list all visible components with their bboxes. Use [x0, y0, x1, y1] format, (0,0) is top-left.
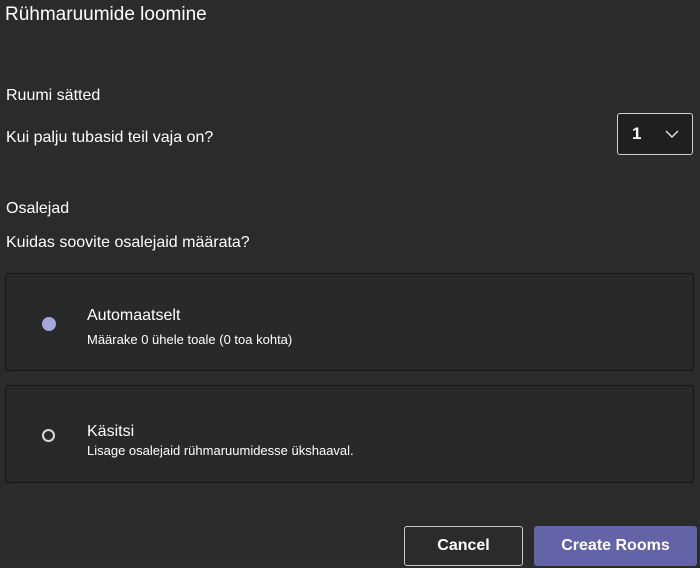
- chevron-down-icon: [665, 130, 679, 138]
- create-breakout-rooms-dialog: Rühmaruumide loomine Ruumi sätted Kui pa…: [0, 0, 700, 568]
- dialog-title: Rühmaruumide loomine: [5, 4, 207, 25]
- cancel-button[interactable]: Cancel: [404, 526, 523, 566]
- option-manual-title: Käsitsi: [87, 423, 135, 440]
- create-rooms-button[interactable]: Create Rooms: [534, 526, 697, 566]
- option-automatic[interactable]: Automaatselt Määrake 0 ühele toale (0 to…: [5, 273, 694, 371]
- room-count-value: 1: [632, 124, 642, 143]
- radio-manual-unselected[interactable]: [42, 429, 55, 442]
- radio-automatic-selected[interactable]: [42, 317, 56, 331]
- option-automatic-description: Määrake 0 ühele toale (0 toa kohta): [87, 332, 293, 347]
- room-count-question: Kui palju tubasid teil vaja on?: [6, 129, 214, 146]
- participants-label: Osalejad: [6, 200, 70, 217]
- option-manual[interactable]: Käsitsi Lisage osalejaid rühmaruumidesse…: [5, 385, 694, 483]
- room-count-dropdown[interactable]: 1: [617, 113, 693, 155]
- option-manual-description: Lisage osalejaid rühmaruumidesse ükshaav…: [87, 443, 354, 458]
- option-automatic-title: Automaatselt: [87, 307, 181, 324]
- room-settings-label: Ruumi sätted: [6, 87, 101, 104]
- assign-participants-question: Kuidas soovite osalejaid määrata?: [6, 234, 250, 251]
